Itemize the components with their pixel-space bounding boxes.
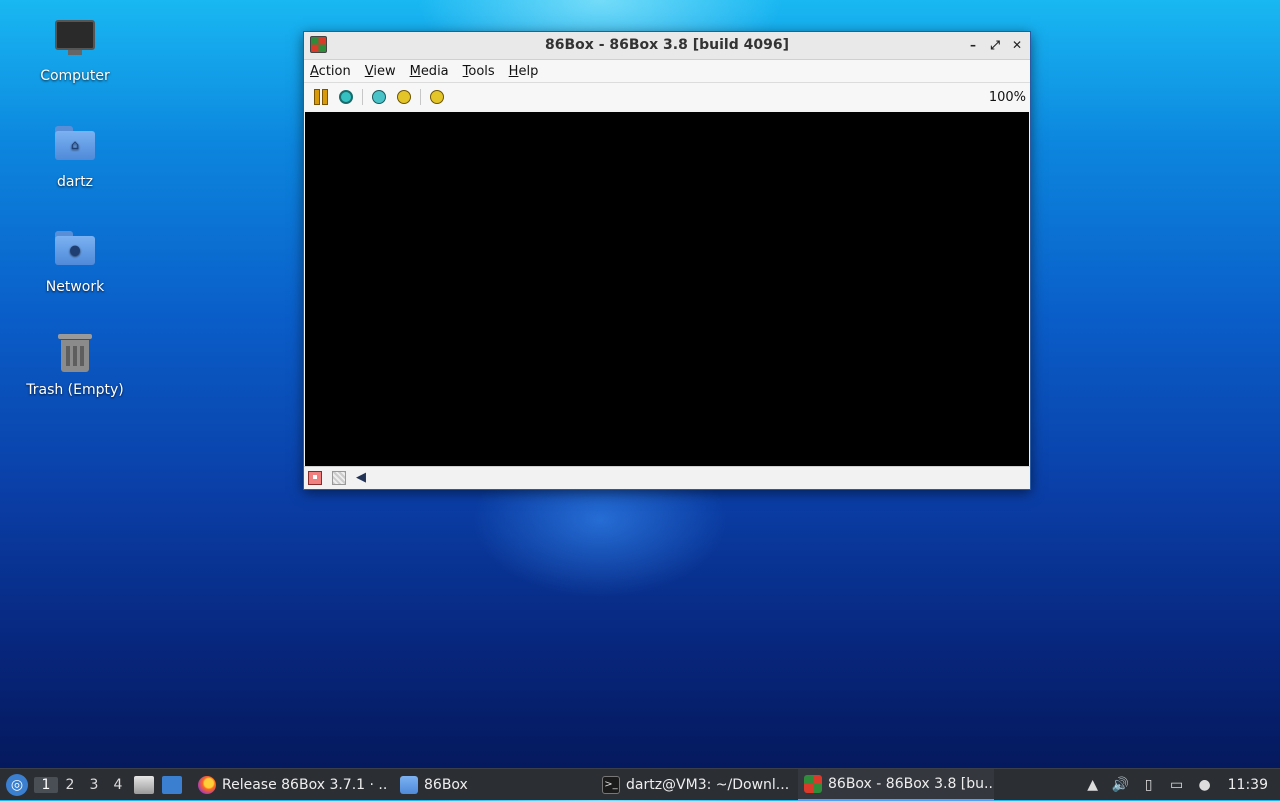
emulator-screen[interactable] (305, 112, 1029, 467)
home-folder-icon: ⌂ (54, 126, 96, 168)
hard-reset-icon[interactable] (337, 88, 355, 106)
task-label: 86Box (424, 776, 468, 793)
menu-media[interactable]: Media (410, 64, 449, 79)
toolbar-separator (362, 88, 363, 105)
window-title: 86Box - 86Box 3.8 [build 4096] (545, 37, 789, 53)
menu-view[interactable]: View (365, 64, 396, 79)
maximize-button[interactable]: ⤢ (986, 36, 1004, 54)
desktop-icon-label: Computer (40, 68, 110, 84)
system-tray: ▲ 🔊 ▯ ▭ ● 11:39 (1084, 769, 1280, 801)
clipboard-icon[interactable]: ▯ (1140, 776, 1158, 794)
task-firefox[interactable]: Release 86Box 3.7.1 · ... (192, 769, 388, 801)
window-titlebar[interactable]: 86Box - 86Box 3.8 [build 4096] – ⤢ ✕ (304, 32, 1030, 60)
start-menu-icon[interactable]: ◎ (6, 773, 28, 796)
task-label: 86Box - 86Box 3.8 [bu... (828, 775, 994, 792)
pause-icon[interactable] (312, 88, 330, 106)
86box-icon (804, 774, 822, 793)
minimize-button[interactable]: – (964, 36, 982, 54)
zoom-level: 100% (988, 90, 1026, 105)
network-folder-icon: ● (54, 231, 96, 273)
status-bar: ◀ (304, 466, 1030, 489)
terminal-icon: >_ (602, 775, 620, 794)
settings-icon[interactable] (428, 88, 446, 106)
task-terminal[interactable]: >_ dartz@VM3: ~/Downl... (596, 769, 792, 801)
sound-icon[interactable]: ◀ (356, 471, 370, 485)
ctrl-alt-esc-icon[interactable] (395, 88, 413, 106)
workspace-1[interactable]: 1 (34, 776, 58, 793)
close-button[interactable]: ✕ (1008, 36, 1026, 54)
file-manager-launcher-icon[interactable] (134, 775, 154, 794)
menu-action[interactable]: Action (310, 64, 351, 79)
workspace-4[interactable]: 4 (106, 777, 130, 793)
desktop-icon-label: Trash (Empty) (26, 382, 124, 398)
desktop-icon-home-folder[interactable]: ⌂ dartz (20, 122, 130, 190)
menu-help[interactable]: Help (509, 64, 539, 79)
network-icon[interactable]: ▭ (1168, 776, 1186, 794)
folder-icon (400, 775, 418, 794)
expand-tray-icon[interactable]: ▲ (1084, 776, 1102, 794)
toolbar-separator (420, 88, 421, 105)
workspace-2[interactable]: 2 (58, 777, 82, 793)
taskbar: ◎ 1 2 3 4 Release 86Box 3.7.1 · ... 86Bo… (0, 768, 1280, 801)
desktop-icon-network[interactable]: ● Network (20, 227, 130, 295)
task-label: Release 86Box 3.7.1 · ... (222, 776, 388, 793)
desktop-icon-trash[interactable]: Trash (Empty) (20, 332, 130, 398)
workspace-3[interactable]: 3 (82, 777, 106, 793)
hard-disk-icon[interactable] (332, 471, 346, 485)
task-86box[interactable]: 86Box - 86Box 3.8 [bu... (798, 768, 994, 801)
86box-window: 86Box - 86Box 3.8 [build 4096] – ⤢ ✕ Act… (303, 31, 1031, 490)
task-label: dartz@VM3: ~/Downl... (626, 776, 790, 793)
notification-icon[interactable]: ● (1196, 776, 1214, 794)
computer-icon (54, 20, 96, 62)
trash-icon (54, 334, 96, 376)
firefox-icon (198, 775, 216, 794)
clock[interactable]: 11:39 (1228, 777, 1268, 793)
show-desktop-icon[interactable] (162, 775, 182, 794)
toolbar: 100% (304, 83, 1030, 110)
task-folder-86box[interactable]: 86Box (394, 769, 590, 801)
desktop-icon-label: Network (45, 279, 105, 295)
volume-icon[interactable]: 🔊 (1112, 776, 1130, 794)
desktop-icon-computer[interactable]: Computer (20, 18, 130, 84)
ctrl-alt-del-icon[interactable] (370, 88, 388, 106)
desktop-icon-label: dartz (56, 174, 94, 190)
menu-tools[interactable]: Tools (463, 64, 495, 79)
floppy-drive-icon[interactable] (308, 471, 322, 485)
menu-bar: Action View Media Tools Help (304, 60, 1030, 83)
